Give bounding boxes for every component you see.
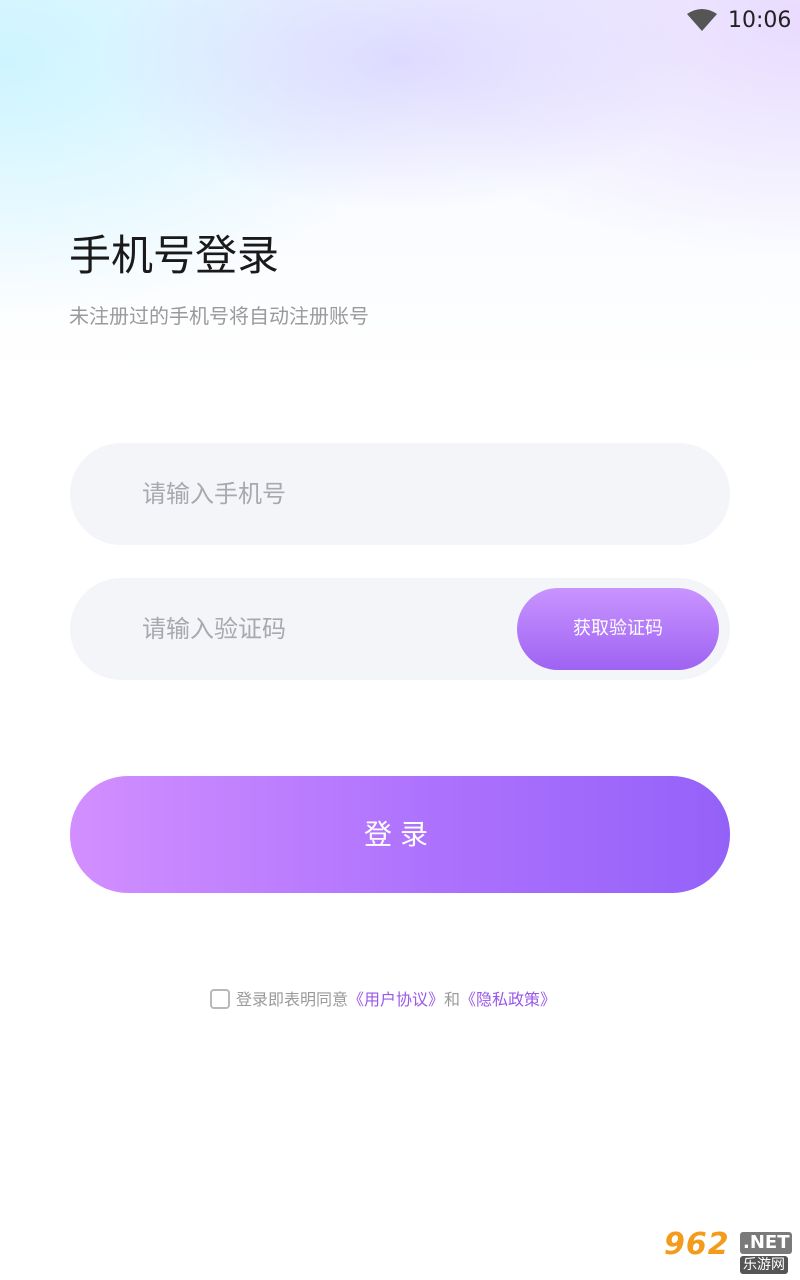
status-bar: 10:06 — [0, 0, 800, 44]
status-time: 10:06 — [728, 8, 792, 33]
watermark-logo: 962 .NET 乐游网 — [660, 1228, 796, 1276]
wifi-icon — [687, 9, 717, 31]
watermark-suffix: .NET — [740, 1232, 793, 1254]
agreement-row: 登录即表明同意《用户协议》和《隐私政策》 — [210, 985, 556, 1015]
agree-checkbox[interactable] — [210, 989, 230, 1009]
login-button[interactable]: 登录 — [70, 776, 730, 893]
phone-input[interactable] — [142, 443, 562, 545]
page-title: 手机号登录 — [69, 231, 280, 280]
watermark-caption: 乐游网 — [740, 1256, 788, 1274]
verification-code-field: 获取验证码 — [70, 578, 730, 680]
user-agreement-link[interactable]: 《用户协议》 — [348, 990, 444, 1009]
page-subtitle: 未注册过的手机号将自动注册账号 — [69, 304, 369, 328]
privacy-policy-link[interactable]: 《隐私政策》 — [460, 990, 556, 1009]
agreement-conjunction: 和 — [444, 990, 461, 1009]
agreement-prefix: 登录即表明同意 — [236, 990, 349, 1009]
get-code-button[interactable]: 获取验证码 — [517, 588, 719, 670]
verification-code-input[interactable] — [142, 578, 562, 680]
watermark-number: 962 — [664, 1227, 730, 1262]
phone-field — [70, 443, 730, 545]
